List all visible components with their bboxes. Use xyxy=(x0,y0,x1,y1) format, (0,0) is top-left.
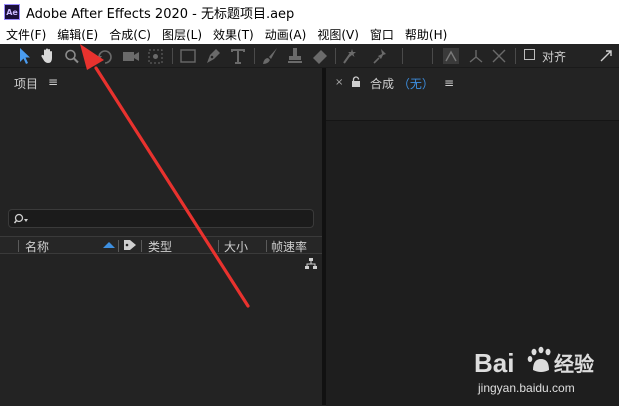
column-divider xyxy=(141,240,142,252)
column-type[interactable]: 类型 xyxy=(148,238,172,255)
menu-bar: 文件(F) 编辑(E) 合成(C) 图层(L) 效果(T) 动画(A) 视图(V… xyxy=(0,24,619,44)
brush-tool-icon[interactable] xyxy=(261,47,279,65)
column-framerate[interactable]: 帧速率 xyxy=(271,238,307,255)
title-bar: Ae Adobe After Effects 2020 - 无标题项目.aep xyxy=(0,0,619,24)
camera-tool-icon[interactable] xyxy=(122,47,140,65)
window-title: Adobe After Effects 2020 - 无标题项目.aep xyxy=(26,6,295,22)
menu-help[interactable]: 帮助(H) xyxy=(399,26,452,43)
close-tab-icon[interactable]: × xyxy=(335,77,343,88)
expand-panel-icon[interactable] xyxy=(598,47,614,65)
column-divider xyxy=(218,240,219,252)
toolbar-divider xyxy=(172,48,173,64)
column-divider xyxy=(118,240,119,252)
align-checkbox[interactable] xyxy=(524,49,535,60)
project-panel-menu-icon[interactable]: ≡ xyxy=(48,75,58,89)
toolbar-divider xyxy=(402,48,403,64)
toolbar-divider xyxy=(335,48,336,64)
menu-edit[interactable]: 编辑(E) xyxy=(51,26,103,43)
selection-tool-icon[interactable] xyxy=(16,47,32,65)
lock-icon[interactable] xyxy=(351,76,361,91)
type-tool-icon[interactable] xyxy=(229,47,247,65)
baidu-paw-logo-icon: Bai 经验 jingyan.baidu.com xyxy=(474,346,594,395)
pan-behind-tool-icon[interactable] xyxy=(147,47,165,65)
column-name[interactable]: 名称 xyxy=(25,238,49,255)
column-size[interactable]: 大小 xyxy=(224,238,248,255)
menu-layer[interactable]: 图层(L) xyxy=(156,26,207,43)
project-column-header: 名称 类型 大小 帧速率 xyxy=(0,236,322,254)
column-divider xyxy=(266,240,267,252)
puppet-pin-tool-icon[interactable] xyxy=(372,47,390,65)
baidu-jingyan-watermark: Bai 经验 jingyan.baidu.com xyxy=(472,344,612,400)
clone-stamp-tool-icon[interactable] xyxy=(286,47,304,65)
rotate-tool-icon[interactable] xyxy=(96,47,114,65)
menu-file[interactable]: 文件(F) xyxy=(0,26,51,43)
project-search-input[interactable] xyxy=(8,209,314,228)
rectangle-tool-icon[interactable] xyxy=(179,47,197,65)
composition-tab-label: 合成 xyxy=(370,77,395,91)
composition-panel-tab[interactable]: 合成 （无） xyxy=(370,75,434,92)
align-label: 对齐 xyxy=(542,50,567,64)
composition-panel-menu-icon[interactable]: ≡ xyxy=(444,76,454,90)
column-divider xyxy=(18,240,19,252)
hand-tool-icon[interactable] xyxy=(40,47,56,65)
local-axis-mode-icon[interactable] xyxy=(442,47,460,65)
menu-effect[interactable]: 效果(T) xyxy=(207,26,259,43)
project-panel-tab[interactable]: 项目 xyxy=(14,75,38,92)
watermark-url: jingyan.baidu.com xyxy=(477,381,575,395)
after-effects-logo-icon: Ae xyxy=(4,4,20,20)
composition-tab-value: （无） xyxy=(397,77,434,91)
watermark-brand-b: 经验 xyxy=(554,352,594,376)
eraser-tool-icon[interactable] xyxy=(311,47,329,65)
label-tag-icon[interactable] xyxy=(123,239,137,254)
toolbar-divider xyxy=(515,48,516,64)
search-icon xyxy=(13,213,30,228)
menu-view[interactable]: 视图(V) xyxy=(311,26,364,43)
toolbar-divider xyxy=(254,48,255,64)
sort-ascending-icon[interactable] xyxy=(102,239,116,254)
toolbar-divider xyxy=(432,48,433,64)
roto-brush-tool-icon[interactable] xyxy=(342,47,362,65)
world-axis-mode-icon[interactable] xyxy=(467,47,485,65)
watermark-brand-a: Bai xyxy=(474,348,514,378)
flowchart-icon[interactable] xyxy=(304,257,318,274)
menu-window[interactable]: 窗口 xyxy=(364,26,399,43)
zoom-tool-icon[interactable] xyxy=(64,47,80,65)
pen-tool-icon[interactable] xyxy=(204,47,222,65)
menu-composition[interactable]: 合成(C) xyxy=(103,26,156,43)
menu-animation[interactable]: 动画(A) xyxy=(259,26,312,43)
view-axis-mode-icon[interactable] xyxy=(490,47,508,65)
